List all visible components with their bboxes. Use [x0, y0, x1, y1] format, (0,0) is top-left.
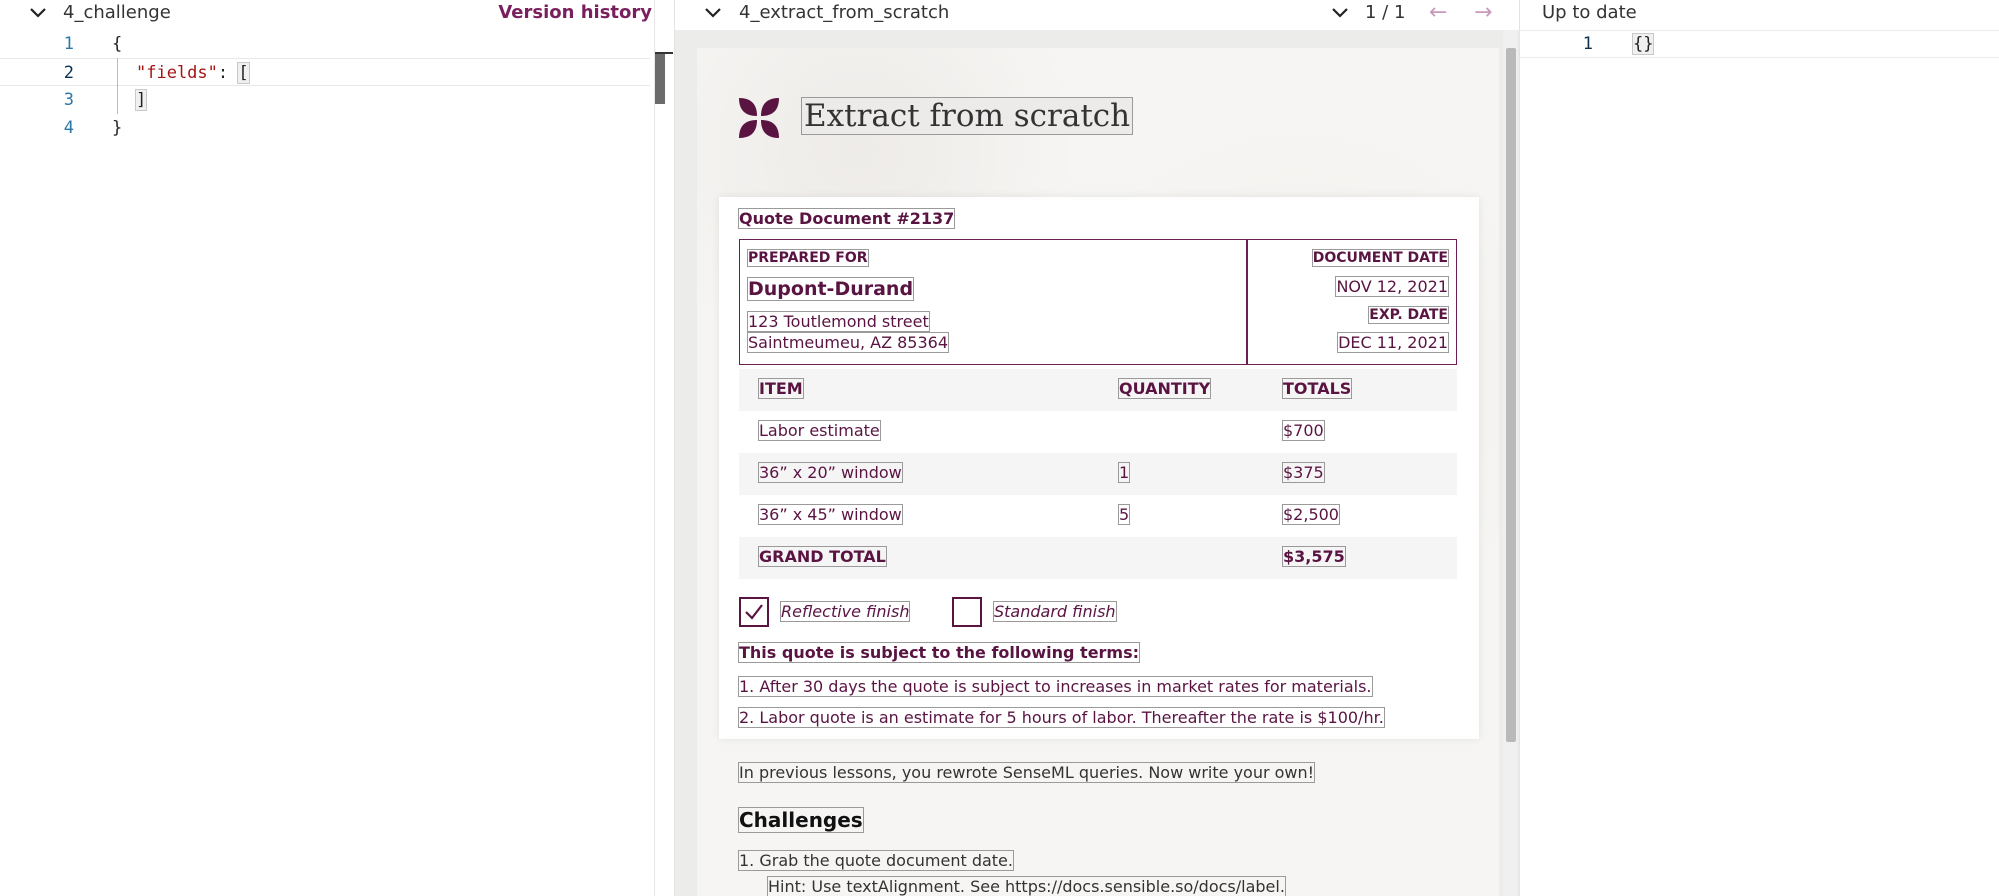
- exp-date-label: EXP. DATE: [1368, 306, 1449, 324]
- grand-total-value: $3,575: [1282, 546, 1346, 567]
- viewer-scrollbar-thumb[interactable]: [1506, 48, 1516, 742]
- exp-date-value: DEC 11, 2021: [1337, 332, 1449, 353]
- address-line-1: 123 Toutlemond street: [747, 311, 930, 332]
- output-pane: Up to date 1 {}: [1520, 0, 1999, 896]
- document-heading: Extract from scratch: [800, 97, 1134, 135]
- json-separator: :: [217, 63, 239, 83]
- sensible-logo-icon: [739, 98, 779, 138]
- previous-page-arrow-icon[interactable]: ←: [1429, 0, 1447, 25]
- challenge-item: 1. Grab the quote document date.: [738, 850, 1014, 871]
- json-key: "fields": [136, 63, 218, 83]
- open-bracket: [: [237, 62, 250, 84]
- chevron-down-icon[interactable]: [28, 3, 48, 23]
- code-text: "fields": [: [136, 59, 250, 87]
- quote-items-table: ITEM QUANTITY TOTALS Labor estimate $700…: [739, 369, 1457, 579]
- code-line[interactable]: 1 {: [0, 30, 650, 58]
- item-cell: 36” x 20” window: [758, 462, 903, 483]
- total-cell: $700: [1282, 420, 1325, 441]
- code-text: {: [112, 34, 123, 54]
- line-number: 4: [63, 118, 74, 138]
- table-row: 36” x 20” window 1 $375: [739, 453, 1457, 495]
- term-item: 2. Labor quote is an estimate for 5 hour…: [738, 707, 1385, 728]
- quote-card: Quote Document #2137 PREPARED FOR Dupont…: [719, 197, 1479, 739]
- document-title[interactable]: 4_extract_from_scratch: [739, 2, 949, 23]
- customer-name: Dupont-Durand: [746, 277, 915, 301]
- challenge-hint: Hint: Use textAlignment. See https://doc…: [767, 876, 1286, 896]
- terms-title: This quote is subject to the following t…: [737, 642, 1141, 663]
- quote-info-box: PREPARED FOR Dupont-Durand 123 Toutlemon…: [739, 239, 1457, 365]
- address-line-2: Saintmeumeu, AZ 85364: [746, 332, 950, 353]
- code-editor[interactable]: 1 { 2 "fields": [ 3 ] 4 }: [0, 30, 650, 142]
- page-select-chevron-icon[interactable]: [1330, 3, 1350, 23]
- challenges-heading: Challenges: [738, 807, 864, 833]
- scrollbar-marker: [655, 52, 673, 54]
- output-json: {}: [1631, 31, 1655, 57]
- close-bracket: ]: [134, 89, 148, 111]
- item-cell: 36” x 45” window: [758, 504, 903, 525]
- app-root: 4_challenge Version history 1 { 2 "field…: [0, 0, 1999, 896]
- checkmark-icon: [745, 604, 763, 620]
- line-number: 1: [1582, 34, 1593, 54]
- quantity-cell: 1: [1117, 462, 1131, 483]
- query-editor-pane: 4_challenge Version history 1 { 2 "field…: [0, 0, 673, 896]
- prepared-for-label: PREPARED FOR: [747, 249, 869, 267]
- output-json-value: {}: [1631, 33, 1655, 55]
- line-number: 1: [63, 34, 74, 54]
- editor-scrollbar[interactable]: [655, 52, 665, 104]
- output-code[interactable]: 1 {}: [1520, 30, 1999, 58]
- standard-finish-checkbox: [952, 597, 982, 627]
- line-number: 2: [63, 63, 74, 83]
- query-editor-header: 4_challenge Version history: [0, 0, 654, 28]
- standard-finish-label: Standard finish: [993, 601, 1117, 622]
- table-header-row: ITEM QUANTITY TOTALS: [739, 369, 1457, 411]
- code-text: ]: [134, 86, 148, 114]
- document-viewport[interactable]: Extract from scratch Quote Document #213…: [675, 30, 1520, 896]
- output-header: Up to date: [1520, 0, 1999, 28]
- line-number: 3: [63, 90, 74, 110]
- document-page: Extract from scratch Quote Document #213…: [697, 48, 1499, 896]
- reflective-finish-label: Reflective finish: [779, 601, 911, 622]
- code-line-active[interactable]: 2 "fields": [: [0, 58, 650, 86]
- grand-total-row: GRAND TOTAL $3,575: [739, 537, 1457, 579]
- item-cell: Labor estimate: [758, 420, 881, 441]
- intro-paragraph: In previous lessons, you rewrote SenseML…: [737, 762, 1316, 783]
- quote-document-title: Quote Document #2137: [737, 208, 956, 229]
- document-date-value: NOV 12, 2021: [1335, 276, 1449, 297]
- quantity-cell: 5: [1117, 504, 1131, 525]
- total-cell: $2,500: [1282, 504, 1340, 525]
- document-viewer-pane: 4_extract_from_scratch 1 / 1 ← → Extract: [675, 0, 1520, 896]
- column-header-quantity: QUANTITY: [1117, 378, 1212, 399]
- table-row: 36” x 45” window 5 $2,500: [739, 495, 1457, 537]
- finish-options: Reflective finish Standard finish: [739, 595, 1457, 629]
- document-viewer-header: 4_extract_from_scratch 1 / 1 ← →: [675, 0, 1520, 28]
- reflective-finish-checkbox: [739, 597, 769, 627]
- term-item: 1. After 30 days the quote is subject to…: [738, 676, 1373, 697]
- grand-total-label: GRAND TOTAL: [758, 546, 887, 567]
- code-line[interactable]: 3 ]: [0, 86, 650, 114]
- column-header-totals: TOTALS: [1281, 378, 1353, 399]
- query-file-title[interactable]: 4_challenge: [63, 2, 171, 23]
- code-line[interactable]: 4 }: [0, 114, 650, 142]
- total-cell: $375: [1282, 462, 1325, 483]
- table-row: Labor estimate $700: [739, 411, 1457, 453]
- version-history-link[interactable]: Version history: [498, 2, 652, 23]
- info-divider: [1246, 240, 1248, 364]
- chevron-down-icon[interactable]: [703, 3, 723, 23]
- document-date-label: DOCUMENT DATE: [1311, 249, 1450, 267]
- sync-status: Up to date: [1542, 2, 1637, 23]
- code-text: }: [112, 118, 123, 138]
- next-page-arrow-icon[interactable]: →: [1474, 0, 1492, 25]
- page-indicator[interactable]: 1 / 1: [1365, 2, 1405, 23]
- indent-guide: [117, 58, 118, 114]
- column-header-item: ITEM: [758, 378, 804, 399]
